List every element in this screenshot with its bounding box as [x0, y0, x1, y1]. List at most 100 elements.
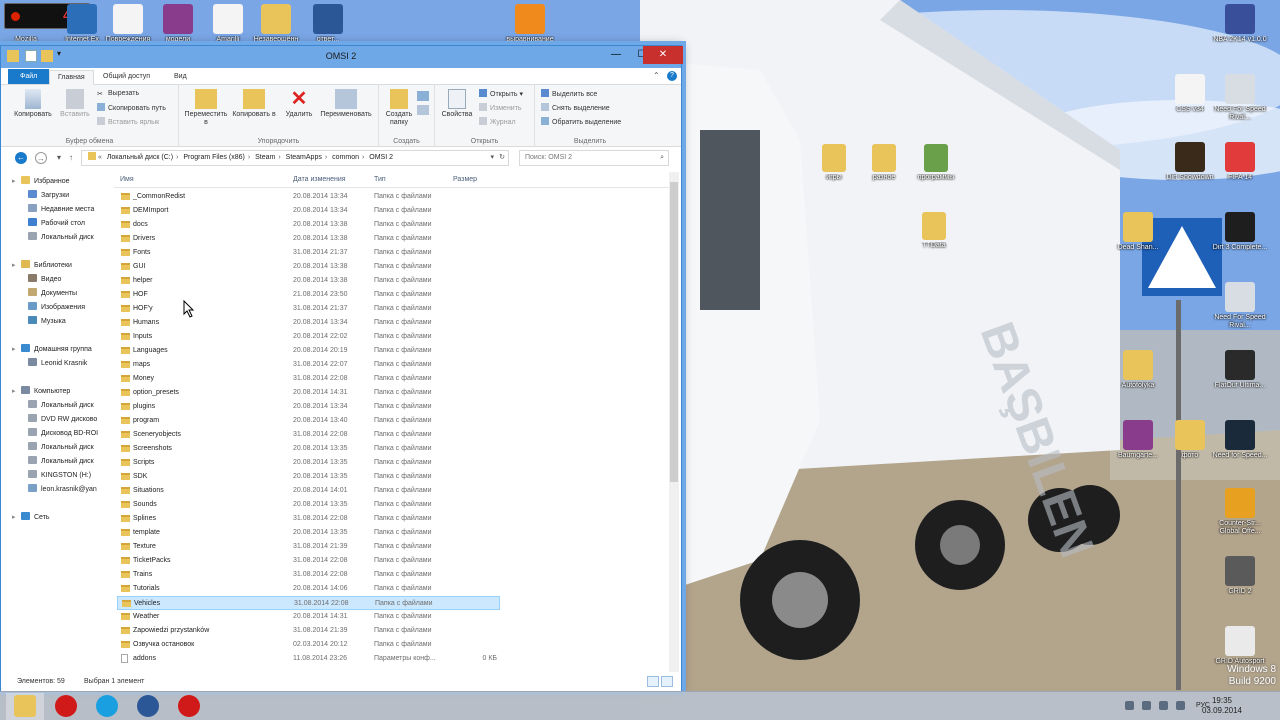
- file-row[interactable]: option_presets 20.08.2014 14:31 Папка с фа…: [117, 386, 500, 400]
- tab-home[interactable]: Главная: [49, 70, 94, 85]
- desktop-icon[interactable]: Mozilla: [0, 4, 56, 44]
- taskbar-recorder-button[interactable]: [170, 693, 208, 720]
- vertical-scrollbar[interactable]: [669, 172, 679, 677]
- nav-item-избранное[interactable]: ▸ Избранное: [12, 176, 69, 188]
- file-row[interactable]: docs 20.08.2014 13:38 Папка с файлами: [117, 218, 500, 232]
- file-row[interactable]: addons 11.08.2014 23:26 Параметры конф... 0…: [117, 652, 500, 666]
- file-row[interactable]: TicketPacks 31.08.2014 22:08 Папка с файла…: [117, 554, 500, 568]
- new-item-icon[interactable]: [417, 91, 429, 101]
- taskbar-explorer-button[interactable]: [6, 693, 44, 720]
- copy-button[interactable]: Копировать: [11, 89, 55, 119]
- expand-arrow-icon[interactable]: ▸: [12, 176, 16, 188]
- file-row[interactable]: Sounds 20.08.2014 13:35 Папка с файлами: [117, 498, 500, 512]
- desktop-folder-icon[interactable]: TTData: [904, 212, 964, 250]
- desktop-icon[interactable]: выравнивание: [500, 4, 560, 44]
- nav-item-kingston-h[interactable]: KINGSTON (H:): [28, 470, 91, 482]
- large-icons-view-icon[interactable]: [661, 676, 673, 687]
- desktop-folder-icon[interactable]: разное: [854, 144, 914, 182]
- file-row[interactable]: Humans 20.08.2014 13:34 Папка с файлами: [117, 316, 500, 330]
- desktop-icon[interactable]: ответ...: [298, 4, 358, 44]
- nav-item-библиотеки[interactable]: ▸ Библиотеки: [12, 260, 72, 272]
- nav-item-сеть[interactable]: ▸ Сеть: [12, 512, 50, 524]
- rename-button[interactable]: Переименовать: [317, 89, 375, 119]
- taskbar-opera-button[interactable]: [47, 693, 85, 720]
- nav-item-локальный-диск[interactable]: Локальный диск: [28, 400, 94, 412]
- column-size[interactable]: Размер: [453, 176, 477, 183]
- back-arrow-icon[interactable]: ←: [15, 152, 27, 164]
- desktop-icon[interactable]: Dead Shan...: [1108, 212, 1168, 252]
- desktop-icon[interactable]: Autofolyka: [1108, 350, 1168, 390]
- expand-arrow-icon[interactable]: ▸: [12, 386, 16, 398]
- file-row[interactable]: helper 20.08.2014 13:38 Папка с файлами: [117, 274, 500, 288]
- desktop-folder-icon[interactable]: программы: [906, 144, 966, 182]
- title-bar[interactable]: ▾ OMSI 2 — ☐ ✕: [1, 46, 683, 68]
- breadcrumb-c-drive[interactable]: Локальный диск (C:): [107, 154, 173, 161]
- copy-path-button[interactable]: Скопировать путь: [97, 103, 166, 113]
- paste-shortcut-button[interactable]: Вставить ярлык: [97, 117, 159, 127]
- nav-item-дисковод-bd-roi[interactable]: Дисковод BD-ROI: [28, 428, 98, 440]
- file-list[interactable]: Имя ^ Дата изменения Тип Размер _CommonR…: [114, 172, 669, 677]
- desktop-icon[interactable]: Counter-Str... Global Offe...: [1210, 488, 1270, 536]
- nav-item-компьютер[interactable]: ▸ Компьютер: [12, 386, 70, 398]
- expand-arrow-icon[interactable]: ▸: [12, 512, 16, 524]
- desktop-icon[interactable]: FlatOut Ultima...: [1210, 350, 1270, 390]
- tab-file[interactable]: Файл: [8, 69, 50, 84]
- clock[interactable]: 19:35 03.09.2014: [1202, 696, 1242, 716]
- show-hidden-icon[interactable]: [1125, 701, 1135, 710]
- address-bar[interactable]: « Локальный диск (C:) › Program Files (x8…: [81, 150, 509, 166]
- explorer-window[interactable]: ▾ OMSI 2 — ☐ ✕ Файл Главная Общий доступ…: [0, 45, 683, 692]
- volume-icon[interactable]: [1176, 701, 1185, 710]
- file-row[interactable]: Weather 20.08.2014 14:31 Папка с файлами: [117, 610, 500, 624]
- nav-item-локальный-диск[interactable]: Локальный диск: [28, 232, 94, 244]
- close-button[interactable]: ✕: [643, 46, 683, 64]
- breadcrumb-steam[interactable]: Steam: [255, 154, 275, 161]
- file-row[interactable]: HOF 21.08.2014 23:50 Папка с файлами: [117, 288, 500, 302]
- breadcrumb-steamapps[interactable]: SteamApps: [286, 154, 322, 161]
- file-row[interactable]: Money 31.08.2014 22:08 Папка с файлами: [117, 372, 500, 386]
- nav-item-локальный-диск[interactable]: Локальный диск: [28, 442, 94, 454]
- desktop-icon[interactable]: Need For Speed Rival...: [1210, 282, 1270, 330]
- nav-item-leon-krasnik-yan[interactable]: leon.krasnik@yan: [28, 484, 97, 496]
- select-all-button[interactable]: Выделить все: [541, 89, 597, 99]
- desktop-icon[interactable]: Dirt 3 Complete...: [1210, 212, 1270, 252]
- file-row[interactable]: plugins 20.08.2014 13:34 Папка с файлами: [117, 400, 500, 414]
- nav-item-домашняя-группа[interactable]: ▸ Домашняя группа: [12, 344, 92, 356]
- desktop-icon[interactable]: GRID 2: [1210, 556, 1270, 596]
- desktop-icon[interactable]: NBA 2K14 v1.0.0: [1210, 4, 1270, 44]
- help-icon[interactable]: ?: [667, 71, 677, 81]
- file-row[interactable]: Fonts 31.08.2014 21:37 Папка с файлами: [117, 246, 500, 260]
- file-row[interactable]: Vehicles 31.08.2014 22:08 Папка с файлами: [117, 596, 500, 610]
- breadcrumb-common[interactable]: common: [332, 154, 359, 161]
- file-row[interactable]: Tutorials 20.08.2014 14:06 Папка с файлами: [117, 582, 500, 596]
- properties-button[interactable]: Свойства: [439, 89, 475, 119]
- new-folder-button[interactable]: Создать папку: [383, 89, 415, 127]
- open-button[interactable]: Открыть ▾: [479, 89, 523, 99]
- history-button[interactable]: Журнал: [479, 117, 516, 127]
- file-row[interactable]: Texture 31.08.2014 21:39 Папка с файлами: [117, 540, 500, 554]
- search-input[interactable]: Поиск: OMSI 2 ⌕: [519, 150, 669, 166]
- paste-button[interactable]: Вставить: [57, 89, 93, 119]
- forward-arrow-icon[interactable]: →: [35, 152, 47, 164]
- file-row[interactable]: SDK 20.08.2014 13:35 Папка с файлами: [117, 470, 500, 484]
- file-row[interactable]: Озвучка остановок 02.03.2014 20:12 Папка с…: [117, 638, 500, 652]
- column-name[interactable]: Имя: [120, 176, 134, 183]
- file-row[interactable]: Screenshots 20.08.2014 13:35 Папка с файла…: [117, 442, 500, 456]
- taskbar-skype-button[interactable]: [88, 693, 126, 720]
- taskbar-word-button[interactable]: [129, 693, 167, 720]
- ribbon-collapse-icon[interactable]: ⌃: [653, 71, 660, 80]
- nav-item-изображения[interactable]: Изображения: [28, 302, 85, 314]
- nav-item-недавние-места[interactable]: Недавние места: [28, 204, 94, 216]
- delete-button[interactable]: ✕ Удалить: [281, 89, 317, 119]
- copy-to-button[interactable]: Копировать в: [231, 89, 277, 119]
- file-row[interactable]: maps 31.08.2014 22:07 Папка с файлами: [117, 358, 500, 372]
- file-row[interactable]: _CommonRedist 20.08.2014 13:34 Папка с фай…: [117, 190, 500, 204]
- expand-arrow-icon[interactable]: ▸: [12, 344, 16, 356]
- column-date[interactable]: Дата изменения: [293, 176, 346, 183]
- cut-button[interactable]: ✂ Вырезать: [97, 89, 139, 99]
- network-icon[interactable]: [1159, 701, 1169, 710]
- column-type[interactable]: Тип: [374, 176, 386, 183]
- desktop-icon[interactable]: FIFA 14: [1210, 142, 1270, 182]
- file-row[interactable]: Trains 31.08.2014 22:08 Папка с файлами: [117, 568, 500, 582]
- scrollbar-thumb[interactable]: [670, 182, 678, 482]
- select-none-button[interactable]: Снять выделение: [541, 103, 610, 113]
